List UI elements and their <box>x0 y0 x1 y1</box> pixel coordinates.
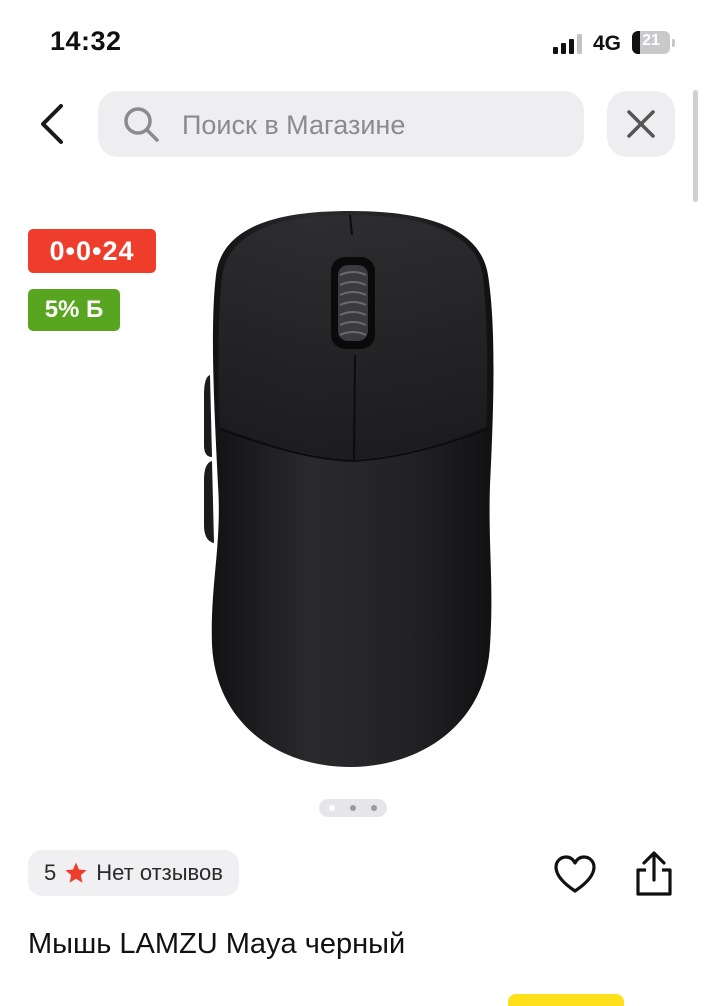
rating-summary[interactable]: 5 Нет отзывов <box>28 850 239 896</box>
network-type: 4G <box>593 32 622 55</box>
status-time: 14:32 <box>50 26 122 56</box>
cashback-badge: 5% Б <box>28 289 120 331</box>
pager-dot[interactable] <box>350 805 356 811</box>
chevron-left-icon <box>41 104 63 144</box>
reviews-text: Нет отзывов <box>96 860 223 885</box>
pager-dot[interactable] <box>329 805 335 811</box>
search-bar[interactable] <box>98 91 584 159</box>
rating-value: 5 <box>44 860 57 885</box>
share-icon <box>636 851 672 896</box>
search-icon <box>124 107 159 142</box>
cart-button-peek[interactable] <box>508 994 624 1006</box>
battery-icon: 21 <box>632 31 675 54</box>
star-icon <box>65 862 87 883</box>
scroll-indicator[interactable] <box>693 90 698 202</box>
product-image[interactable] <box>190 205 510 775</box>
timer-badge: 0•0•24 <box>28 229 156 273</box>
back-button[interactable] <box>28 96 78 152</box>
search-input[interactable] <box>180 91 574 159</box>
product-title: Мышь LAMZU Maya черный <box>28 928 406 960</box>
pager-dot[interactable] <box>371 805 377 811</box>
battery-level: 21 <box>642 32 660 49</box>
favorite-button[interactable] <box>553 853 597 897</box>
status-bar: 14:32 4G 21 <box>0 0 705 86</box>
heart-icon <box>554 855 596 893</box>
close-icon <box>627 110 655 138</box>
close-button[interactable] <box>607 91 675 157</box>
share-button[interactable] <box>632 850 676 898</box>
cellular-signal-icon <box>553 34 587 54</box>
gallery-pager[interactable] <box>319 799 387 817</box>
